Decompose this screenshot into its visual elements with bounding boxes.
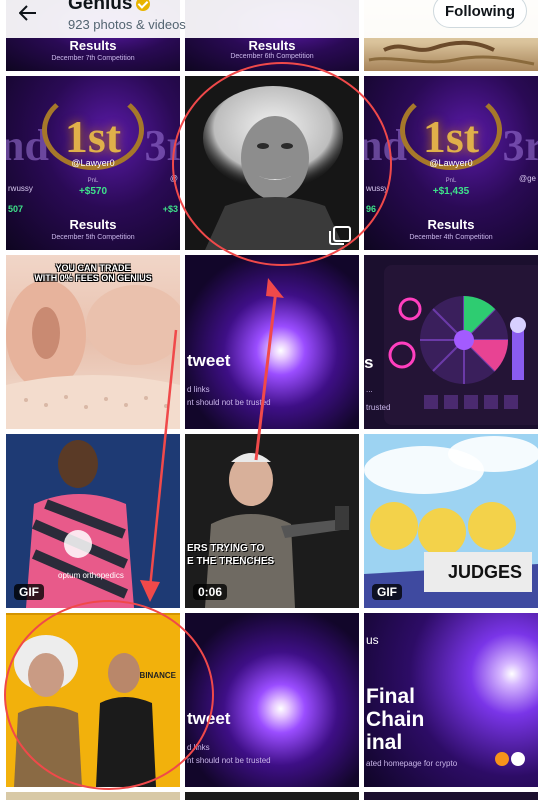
results-title: Results xyxy=(248,38,296,53)
media-tile[interactable]: nd 3r 1st @Lawyer0 PnL +$1,435 wussy 96 … xyxy=(364,76,538,250)
media-tile[interactable]: JUDGES GIF xyxy=(364,434,538,608)
gif-badge: GIF xyxy=(14,584,44,600)
first-place-label: 1st xyxy=(422,111,480,162)
media-tile[interactable]: tweet d links nt should not be trusted xyxy=(185,613,359,787)
promo-headline: tweet xyxy=(187,709,231,728)
media-tile[interactable]: nd 3r 1st @Lawyer0 PnL +$570 rwussy 507 … xyxy=(6,76,180,250)
profile-name: Genius xyxy=(68,0,133,14)
media-tile[interactable] xyxy=(185,76,359,250)
pnl-amount: +$1,435 xyxy=(432,186,470,197)
event-photo xyxy=(6,613,180,787)
meme-caption: YOU CAN TRADE WITH 0% FEES ON GENIUS xyxy=(34,263,152,283)
pnl-label: PnL xyxy=(445,178,457,184)
multiple-images-icon xyxy=(329,226,351,245)
page-title: Genius xyxy=(68,0,151,15)
video-duration: 0:06 xyxy=(193,584,228,600)
back-button[interactable] xyxy=(14,2,42,24)
video-thumbnail xyxy=(185,434,359,608)
promo-line: nt should not be trusted xyxy=(187,398,271,407)
promo-top-text: us xyxy=(366,633,379,647)
following-button[interactable]: Following xyxy=(433,0,527,28)
competition-date: December 6th Competition xyxy=(230,53,314,60)
second-place-amount: 507 xyxy=(8,204,24,214)
video-caption: E THE TRENCHES xyxy=(187,556,275,567)
promo-headline: s xyxy=(364,353,374,372)
media-tile[interactable]: BINANCE xyxy=(6,613,180,787)
results-title: Results xyxy=(69,38,117,53)
media-tile[interactable]: s ... trusted xyxy=(364,255,538,429)
promo-headline: Final Chain inal xyxy=(366,685,425,754)
media-tile[interactable]: optum orthopedics GIF xyxy=(6,434,180,608)
promo-line: d links xyxy=(187,743,210,752)
second-place-amount: 96 xyxy=(366,204,377,214)
media-tile[interactable]: us Final Chain inal ated homepage for cr… xyxy=(364,613,538,787)
media-count: 923 photos & videos xyxy=(68,17,186,32)
media-tile[interactable] xyxy=(364,792,538,800)
media-tile[interactable] xyxy=(6,792,180,800)
shirt-sponsor: optum orthopedics xyxy=(58,571,124,580)
competition-date: December 4th Competition xyxy=(409,234,493,241)
media-tile[interactable]: tweet d links nt should not be trusted xyxy=(185,255,359,429)
third-place-amount: +$3 xyxy=(162,204,178,214)
second-place-handle: wussy xyxy=(366,184,389,193)
second-place-handle: rwussy xyxy=(8,184,33,193)
third-place-handle: @ge xyxy=(518,174,536,183)
competition-date: December 7th Competition xyxy=(51,55,135,62)
crypto-coin-icons xyxy=(495,752,525,766)
portrait-photo xyxy=(185,76,359,250)
promo-headline: tweet xyxy=(187,351,231,370)
results-title: Results xyxy=(427,217,475,232)
media-tile[interactable]: ERS TRYING TO E THE TRENCHES 0:06 xyxy=(185,434,359,608)
gif-badge: GIF xyxy=(372,584,402,600)
media-tile[interactable]: YOU CAN TRADE WITH 0% FEES ON GENIUS xyxy=(6,255,180,429)
results-title: Results xyxy=(69,217,117,232)
promo-line: ... xyxy=(366,385,373,394)
promo-line: nt should not be trusted xyxy=(187,756,271,765)
winner-handle: @Lawyer0 xyxy=(429,158,473,168)
judges-sign: JUDGES xyxy=(448,562,523,582)
video-caption: ERS TRYING TO xyxy=(187,543,265,554)
media-tile[interactable] xyxy=(185,792,359,800)
promo-line: d links xyxy=(187,385,210,394)
promo-line: ated homepage for crypto xyxy=(366,759,458,768)
third-place-handle: @ xyxy=(169,174,178,183)
winner-handle: @Lawyer0 xyxy=(71,158,115,168)
verified-badge-icon xyxy=(136,0,151,11)
profile-header: Genius 923 photos & videos Following xyxy=(0,0,548,38)
gif-player-photo xyxy=(6,434,180,608)
competition-date: December 5th Competition xyxy=(51,234,135,241)
first-place-label: 1st xyxy=(64,111,122,162)
promo-line: trusted xyxy=(366,403,391,412)
back-arrow-icon xyxy=(19,5,36,21)
brand-backdrop: BINANCE xyxy=(139,671,176,680)
